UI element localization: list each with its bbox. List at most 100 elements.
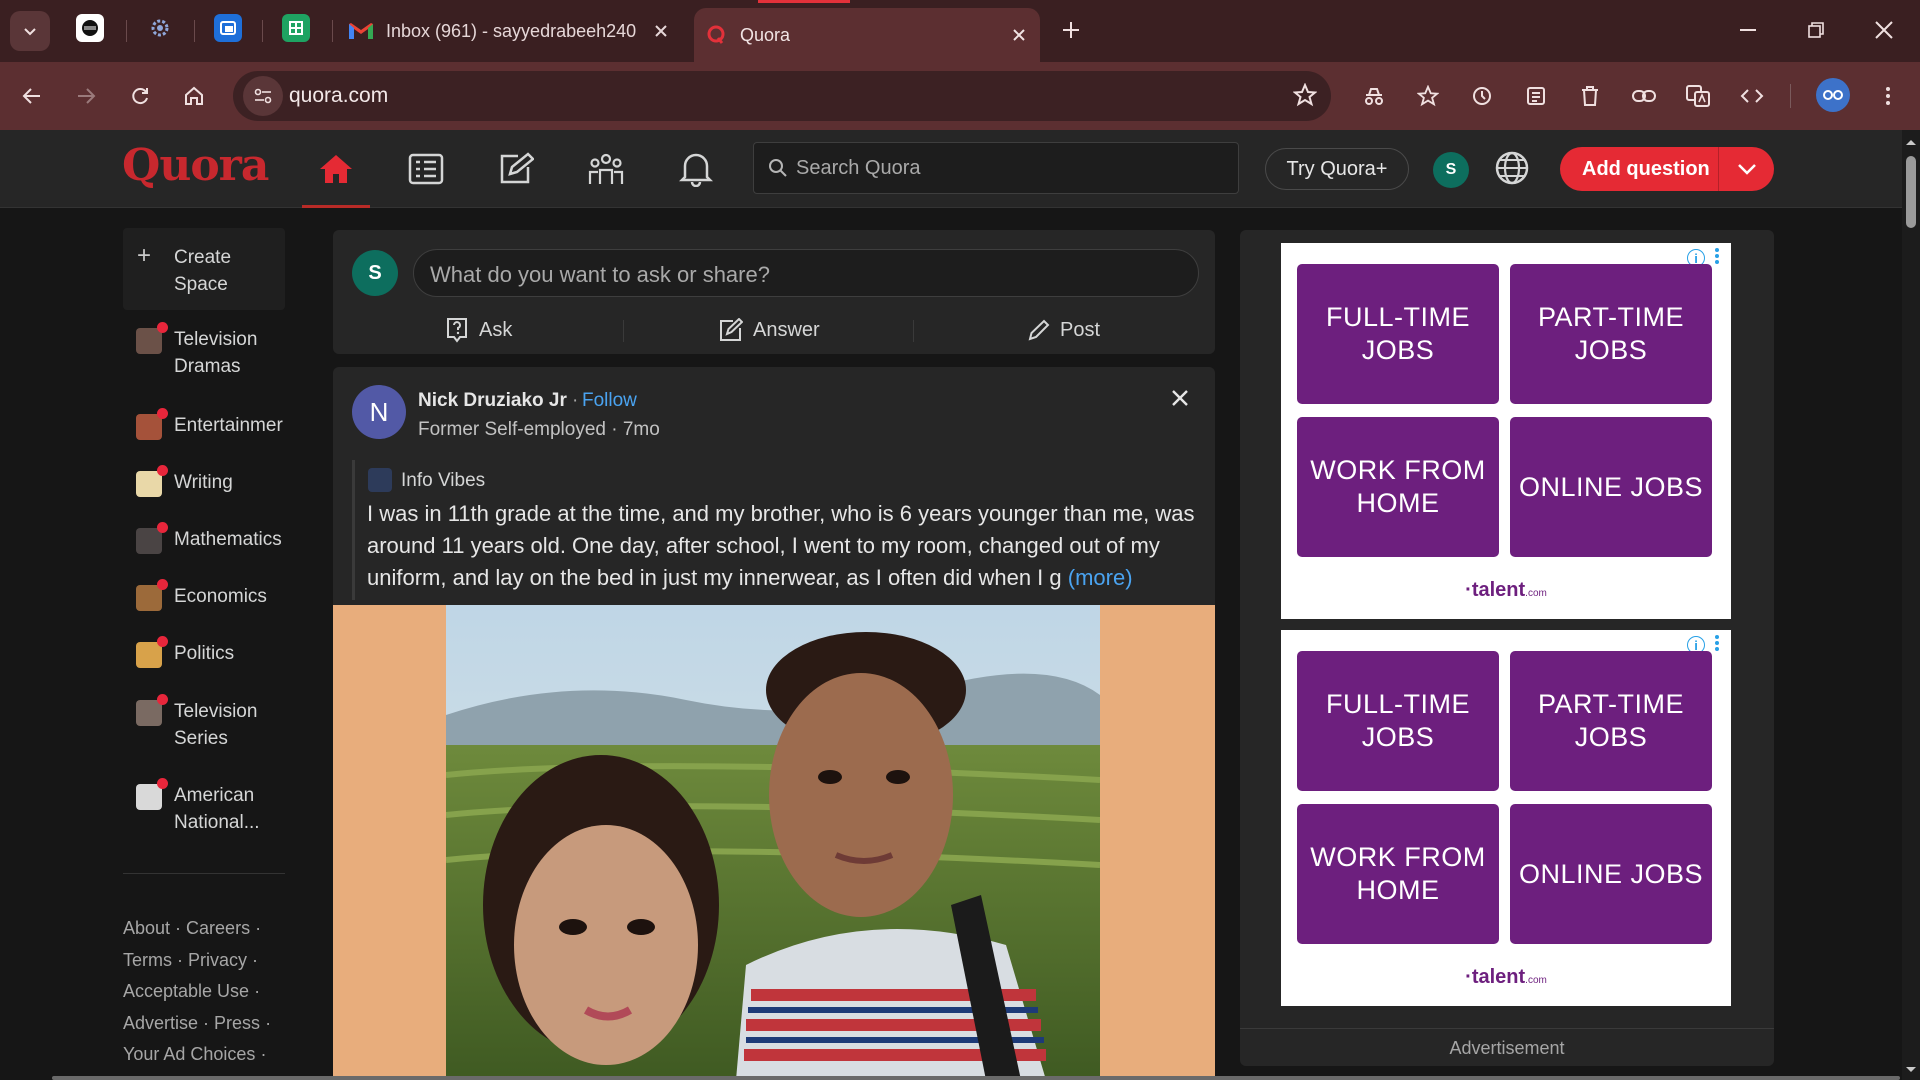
extension-incognito-button[interactable] xyxy=(1352,74,1396,118)
close-icon[interactable] xyxy=(1171,389,1189,407)
post-image[interactable] xyxy=(333,605,1215,1080)
new-tab-button[interactable] xyxy=(1049,8,1093,52)
reading-list-button[interactable] xyxy=(1514,74,1558,118)
quora-logo[interactable]: Quora xyxy=(122,140,269,191)
browser-profile-avatar[interactable] xyxy=(1816,78,1850,112)
footer-link-terms[interactable]: Terms xyxy=(123,950,172,970)
back-button[interactable] xyxy=(10,74,54,118)
post-space-name[interactable]: Info Vibes xyxy=(401,470,485,492)
code-icon xyxy=(1740,89,1764,103)
footer-link-press[interactable]: Press xyxy=(214,1013,260,1033)
nav-following[interactable] xyxy=(396,142,456,196)
close-tab-icon[interactable] xyxy=(650,20,672,42)
translate-button[interactable] xyxy=(1676,74,1720,118)
footer-link-acceptable-use[interactable]: Acceptable Use xyxy=(123,981,249,1001)
answer-button[interactable]: Answer xyxy=(719,312,820,348)
try-quora-plus-button[interactable]: Try Quora+ xyxy=(1265,148,1409,190)
follow-link[interactable]: Follow xyxy=(582,390,637,412)
scroll-up-icon[interactable] xyxy=(1902,134,1920,150)
home-button[interactable] xyxy=(172,74,216,118)
footer-link-privacy[interactable]: Privacy xyxy=(188,950,247,970)
ad-tile[interactable]: WORK FROM HOME xyxy=(1297,804,1499,944)
add-question-button[interactable]: Add question xyxy=(1560,147,1774,191)
close-window-button[interactable] xyxy=(1854,8,1914,52)
avatar[interactable]: S xyxy=(352,250,398,296)
search-input[interactable] xyxy=(796,153,1226,183)
bookmark-star-icon[interactable] xyxy=(1293,83,1317,107)
site-info-button[interactable] xyxy=(243,76,283,116)
space-thumbnail[interactable] xyxy=(368,468,392,492)
sidebar-item-entertainment[interactable]: Entertainmer xyxy=(123,408,293,440)
nav-notifications[interactable] xyxy=(666,142,726,196)
sidebar-item-television-series[interactable]: Television Series xyxy=(123,694,293,752)
post-author-name[interactable]: Nick Druziako Jr xyxy=(418,390,567,412)
minimize-button[interactable] xyxy=(1718,8,1778,52)
restore-button[interactable] xyxy=(1786,8,1846,52)
ad-tile[interactable]: ONLINE JOBS xyxy=(1510,417,1712,557)
more-link[interactable]: (more) xyxy=(1068,565,1133,590)
vertical-scrollbar[interactable] xyxy=(1902,130,1920,1080)
chevron-down-icon[interactable] xyxy=(1719,163,1774,175)
ad-tile[interactable]: PART-TIME JOBS xyxy=(1510,264,1712,404)
space-thumbnail xyxy=(136,579,168,611)
quora-search[interactable] xyxy=(753,142,1239,194)
sidebar-item-american-national[interactable]: American National... xyxy=(123,778,293,836)
favorites-button[interactable] xyxy=(1406,74,1450,118)
bell-icon xyxy=(679,153,713,187)
sidebar-item-politics[interactable]: Politics xyxy=(123,636,293,668)
footer-link-ad-choices[interactable]: Your Ad Choices xyxy=(123,1044,255,1064)
scroll-down-icon[interactable] xyxy=(1902,1062,1920,1078)
pinned-tab-3[interactable] xyxy=(214,14,242,42)
copy-link-button[interactable] xyxy=(1622,74,1666,118)
post-button[interactable]: Post xyxy=(1028,312,1100,348)
tab-search-button[interactable] xyxy=(10,11,50,51)
ask-share-input[interactable]: What do you want to ask or share? xyxy=(413,249,1199,297)
ad-tile[interactable]: ONLINE JOBS xyxy=(1510,804,1712,944)
avatar[interactable]: S xyxy=(1433,152,1469,188)
reload-button[interactable] xyxy=(118,74,162,118)
footer-link-advertise[interactable]: Advertise xyxy=(123,1013,198,1033)
browser-menu-button[interactable] xyxy=(1866,74,1910,118)
ad-tile[interactable]: FULL-TIME JOBS xyxy=(1297,651,1499,791)
create-space-button[interactable]: + Create Space xyxy=(123,228,285,310)
forward-button[interactable] xyxy=(64,74,108,118)
ad-banner[interactable]: i FULL-TIME JOBS PART-TIME JOBS WORK FRO… xyxy=(1281,243,1731,619)
ask-label: Ask xyxy=(479,318,513,341)
ask-button[interactable]: Ask xyxy=(445,312,512,348)
sidebar-item-writing[interactable]: Writing xyxy=(123,465,293,497)
sidebar-item-label: Mathematics xyxy=(174,529,282,550)
sidebar-item-television-dramas[interactable]: Television Dramas xyxy=(123,322,293,380)
home-icon xyxy=(320,155,352,183)
nav-home[interactable] xyxy=(306,142,366,196)
ad-tile[interactable]: WORK FROM HOME xyxy=(1297,417,1499,557)
footer-link-careers[interactable]: Careers xyxy=(186,918,250,938)
nav-spaces[interactable] xyxy=(576,142,636,196)
tab-gmail[interactable]: Inbox (961) - sayyedrabeeh240 xyxy=(342,8,682,54)
ad-tile[interactable]: PART-TIME JOBS xyxy=(1510,651,1712,791)
close-tab-icon[interactable] xyxy=(1008,24,1030,46)
history-button[interactable] xyxy=(1460,74,1504,118)
sidebar-item-economics[interactable]: Economics xyxy=(123,579,293,611)
footer-link-about[interactable]: About xyxy=(123,918,170,938)
pinned-tab-1[interactable] xyxy=(76,14,104,42)
ad-tile[interactable]: FULL-TIME JOBS xyxy=(1297,264,1499,404)
post-text[interactable]: I was in 11th grade at the time, and my … xyxy=(367,498,1205,594)
scrollbar-thumb[interactable] xyxy=(1906,156,1916,228)
horizontal-scrollbar[interactable] xyxy=(52,1076,1900,1080)
pinned-tab-2[interactable] xyxy=(146,14,174,42)
pinned-tab-sheets[interactable] xyxy=(282,14,310,42)
ad-brand-suffix: .com xyxy=(1525,588,1547,599)
language-globe-icon[interactable] xyxy=(1494,150,1530,186)
devtools-button[interactable] xyxy=(1730,74,1774,118)
ad-menu-icon[interactable] xyxy=(1715,248,1721,266)
address-bar[interactable]: quora.com xyxy=(233,71,1331,121)
translate-icon xyxy=(1686,85,1710,107)
avatar[interactable]: N xyxy=(352,385,406,439)
ad-banner[interactable]: i FULL-TIME JOBS PART-TIME JOBS WORK FRO… xyxy=(1281,630,1731,1006)
nav-answer[interactable] xyxy=(486,142,546,196)
tab-quora-active[interactable]: Quora xyxy=(694,8,1040,62)
delete-button[interactable] xyxy=(1568,74,1612,118)
sidebar-item-mathematics[interactable]: Mathematics xyxy=(123,522,293,554)
ad-menu-icon[interactable] xyxy=(1715,635,1721,653)
reading-list-icon xyxy=(1527,87,1545,105)
